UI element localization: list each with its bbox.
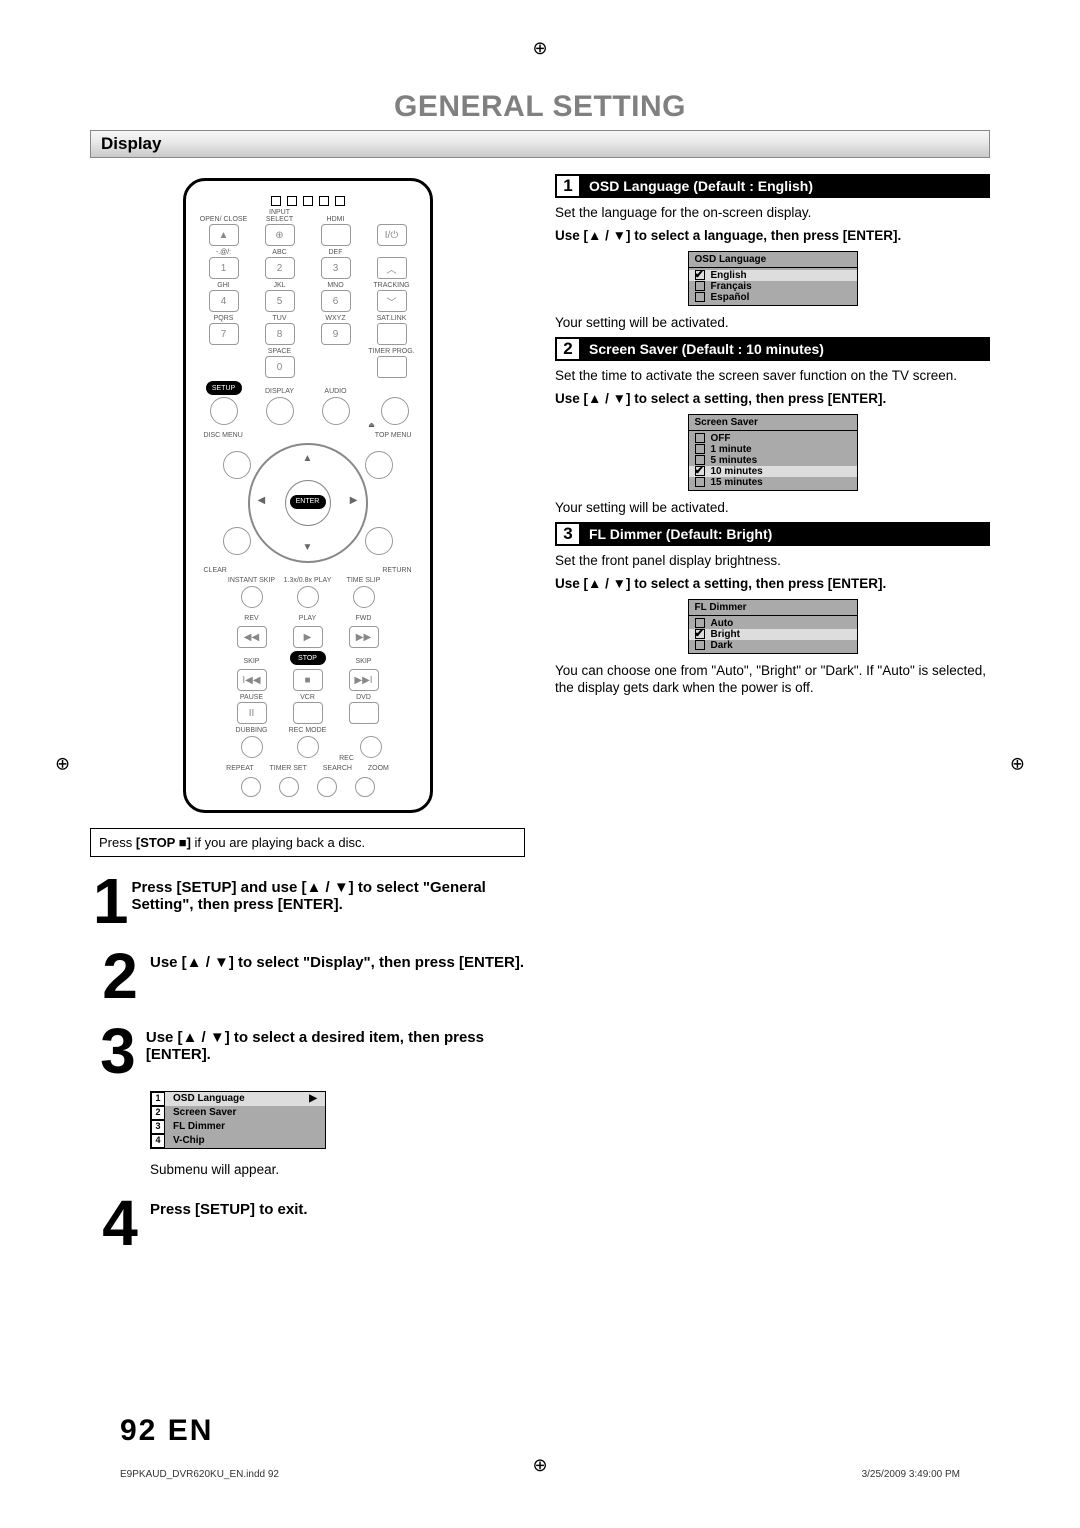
reg-mark-icon: ⊕ <box>532 1455 547 1476</box>
setting-2-desc: Set the time to activate the screen save… <box>555 367 990 385</box>
setting-2-header: 2Screen Saver (Default : 10 minutes) <box>555 337 990 361</box>
stop-button-icon: STOP <box>290 651 326 665</box>
footer-timestamp: 3/25/2009 3:49:00 PM <box>862 1469 960 1480</box>
manual-page: ⊕ ⊕ ⊕ ⊕ GENERAL SETTING Display OPEN/ CL… <box>0 0 1080 1528</box>
setting-3-instr: Use [▲ / ▼] to select a setting, then pr… <box>555 576 990 591</box>
enter-button-icon: ENTER <box>290 495 326 509</box>
left-column: OPEN/ CLOSE▲ INPUT SELECT⊕ HDMI I/⏻ -.@/… <box>90 168 525 1254</box>
checkbox-icon <box>695 444 705 454</box>
setting-2-after: Your setting will be activated. <box>555 499 990 517</box>
screen-saver-table: Screen Saver OFF 1 minute 5 minutes 10 m… <box>688 414 858 491</box>
step-3: 3Use [▲ / ▼] to select a desired item, t… <box>90 1021 525 1082</box>
checkbox-icon <box>695 629 705 639</box>
setting-3-header: 3FL Dimmer (Default: Bright) <box>555 522 990 546</box>
checkbox-icon <box>695 270 705 280</box>
step-4: 4Press [SETUP] to exit. <box>90 1193 525 1254</box>
checkbox-icon <box>695 292 705 302</box>
step-2: 2Use [▲ / ▼] to select "Display", then p… <box>90 946 525 1007</box>
fl-dimmer-table: FL Dimmer Auto Bright Dark <box>688 599 858 654</box>
setting-1-desc: Set the language for the on-screen displ… <box>555 204 990 222</box>
setting-3-after: You can choose one from "Auto", "Bright"… <box>555 662 990 697</box>
checkbox-icon <box>695 433 705 443</box>
setting-1-header: 1OSD Language (Default : English) <box>555 174 990 198</box>
setting-1-after: Your setting will be activated. <box>555 314 990 332</box>
footer-filename: E9PKAUD_DVR620KU_EN.indd 92 <box>120 1469 279 1480</box>
page-title: GENERAL SETTING <box>90 90 990 124</box>
checkbox-icon <box>695 477 705 487</box>
reg-mark-icon: ⊕ <box>55 754 70 775</box>
submenu-preview: 1OSD Language▶ 2Screen Saver 3FL Dimmer … <box>150 1091 326 1149</box>
checkbox-icon <box>695 640 705 650</box>
setting-1-instr: Use [▲ / ▼] to select a language, then p… <box>555 228 990 243</box>
section-header: Display <box>90 130 990 158</box>
stop-caption: Press [STOP ■] if you are playing back a… <box>90 828 525 857</box>
checkbox-icon <box>695 466 705 476</box>
right-column: 1OSD Language (Default : English) Set th… <box>555 168 990 1254</box>
step-1: 1Press [SETUP] and use [▲ / ▼] to select… <box>90 871 525 932</box>
setting-3-desc: Set the front panel display brightness. <box>555 552 990 570</box>
page-number: 92 EN <box>120 1414 213 1448</box>
remote-diagram: OPEN/ CLOSE▲ INPUT SELECT⊕ HDMI I/⏻ -.@/… <box>183 178 433 813</box>
setting-2-instr: Use [▲ / ▼] to select a setting, then pr… <box>555 391 990 406</box>
reg-mark-icon: ⊕ <box>532 38 547 59</box>
osd-language-table: OSD Language English Français Español <box>688 251 858 306</box>
checkbox-icon <box>695 281 705 291</box>
submenu-note: Submenu will appear. <box>150 1161 525 1179</box>
setup-button-icon: SETUP <box>206 381 242 395</box>
reg-mark-icon: ⊕ <box>1010 754 1025 775</box>
